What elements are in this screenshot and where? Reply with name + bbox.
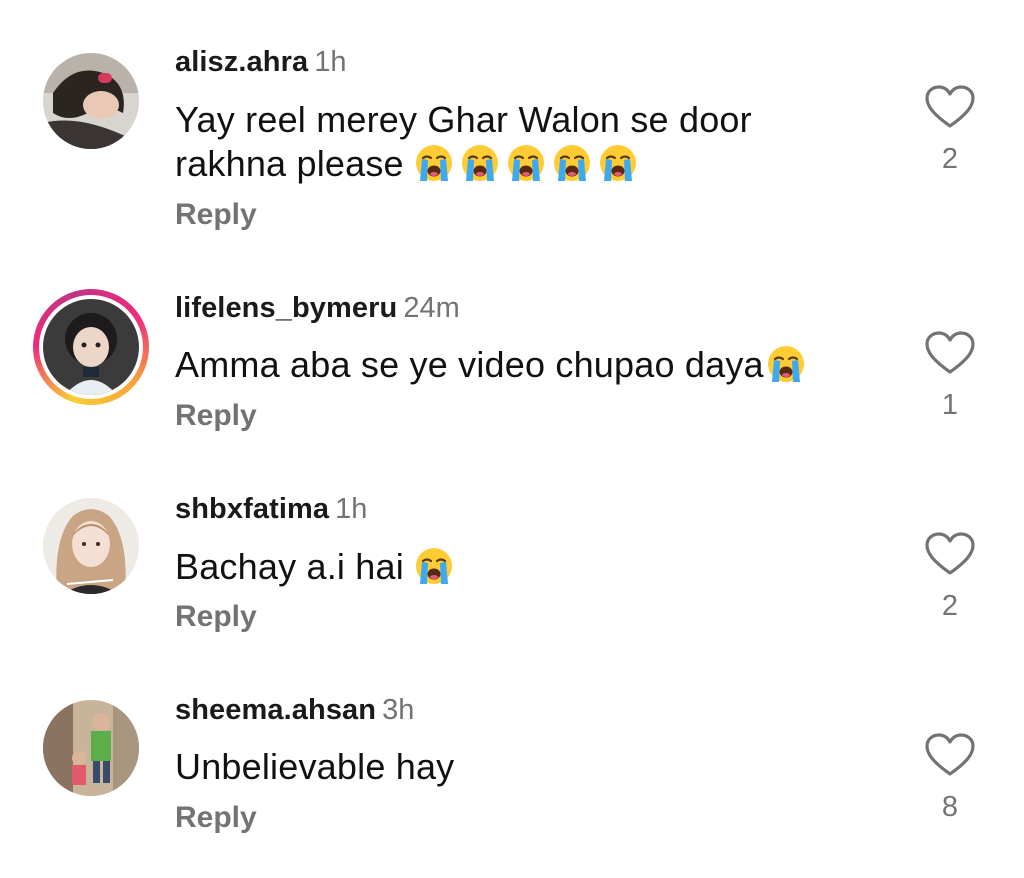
reply-button[interactable]: Reply — [175, 398, 257, 434]
loudly-crying-face-icon — [414, 546, 454, 586]
comment-text: Bachay a.i hai — [175, 545, 875, 589]
timestamp: 1h — [335, 493, 368, 525]
loudly-crying-face-icon — [766, 344, 806, 384]
username[interactable]: shbxfatima — [175, 493, 329, 525]
heart-outline-icon[interactable] — [925, 331, 975, 375]
comment-item: sheema.ahsan 3h Unbelievable hay Reply 8 — [0, 0, 1024, 834]
comment-header: shbxfatima 1h — [175, 492, 367, 526]
reply-button[interactable]: Reply — [175, 599, 257, 635]
timestamp: 24m — [403, 292, 460, 324]
like-count: 8 — [941, 791, 959, 823]
comment-text: Amma aba se ye video chupao daya — [175, 343, 875, 387]
heart-outline-icon[interactable] — [925, 733, 975, 777]
comment-text: Unbelievable hay — [175, 746, 455, 787]
like-count: 1 — [941, 389, 959, 421]
avatar — [43, 299, 139, 395]
comment-header: sheema.ahsan 3h — [175, 693, 414, 727]
comment-header: lifelens_bymeru 24m — [175, 291, 460, 325]
avatar-story-ring[interactable] — [33, 289, 149, 405]
like-area: 8 — [922, 733, 978, 823]
avatar[interactable] — [43, 498, 139, 594]
like-area: 1 — [922, 331, 978, 421]
timestamp: 3h — [382, 694, 415, 726]
username[interactable]: sheema.ahsan — [175, 694, 376, 726]
username[interactable]: lifelens_bymeru — [175, 292, 397, 324]
reply-button[interactable]: Reply — [175, 800, 257, 836]
reply-button[interactable]: Reply — [175, 197, 257, 233]
like-area: 2 — [922, 532, 978, 622]
heart-outline-icon[interactable] — [925, 532, 975, 576]
like-count: 2 — [941, 590, 959, 622]
avatar[interactable] — [43, 700, 139, 796]
